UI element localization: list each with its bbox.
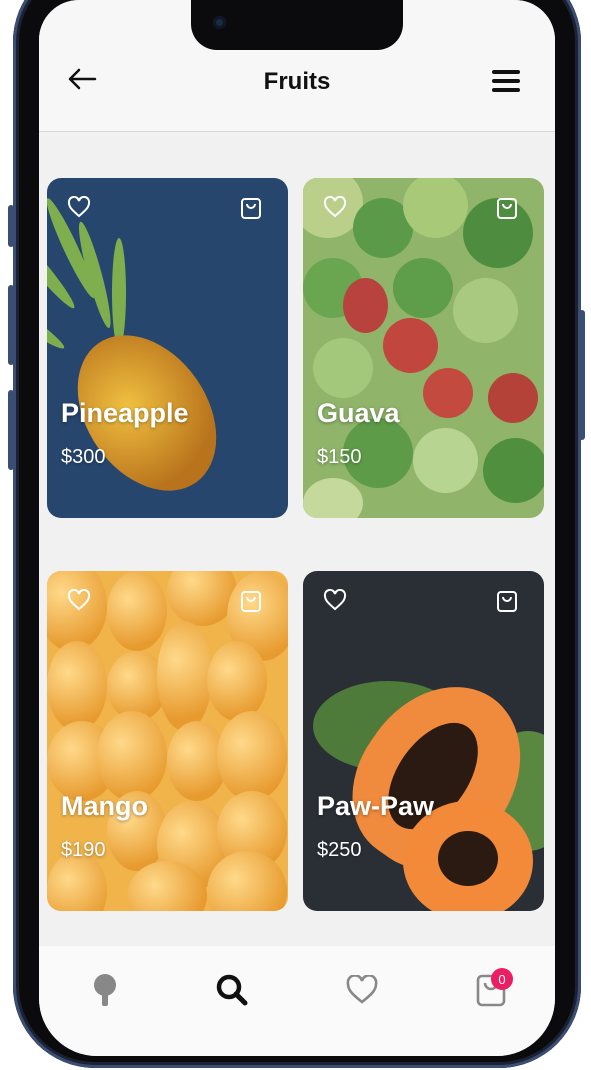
tab-home[interactable] bbox=[83, 968, 127, 1012]
tab-search[interactable] bbox=[210, 968, 254, 1012]
power-button bbox=[579, 310, 585, 440]
favorite-heart-icon[interactable] bbox=[323, 196, 347, 218]
product-price: $190 bbox=[61, 839, 106, 861]
cart-badge: 0 bbox=[491, 968, 513, 990]
add-to-bag-icon[interactable] bbox=[496, 196, 518, 220]
tree-icon bbox=[94, 974, 116, 1006]
product-name: Paw-Paw bbox=[317, 791, 435, 821]
volume-up-button bbox=[8, 285, 14, 365]
add-to-bag-icon[interactable] bbox=[240, 196, 262, 220]
tab-favorites[interactable] bbox=[340, 968, 384, 1012]
add-to-bag-icon[interactable] bbox=[496, 589, 518, 613]
app-screen: Fruits Pineapple $300 Guava $150 Mango $… bbox=[39, 0, 555, 1056]
heart-icon bbox=[346, 975, 378, 1004]
product-card-pawpaw[interactable]: Paw-Paw $250 bbox=[303, 571, 544, 911]
favorite-heart-icon[interactable] bbox=[323, 589, 347, 611]
product-price: $250 bbox=[317, 839, 362, 861]
product-price: $300 bbox=[61, 446, 106, 468]
product-name: Guava bbox=[317, 398, 400, 428]
add-to-bag-icon[interactable] bbox=[240, 589, 262, 613]
product-card-pineapple[interactable]: Pineapple $300 bbox=[47, 178, 288, 518]
search-icon bbox=[216, 974, 248, 1006]
volume-down-button bbox=[8, 390, 14, 470]
notch bbox=[191, 0, 403, 50]
favorite-heart-icon[interactable] bbox=[67, 196, 91, 218]
product-price: $150 bbox=[317, 446, 362, 468]
favorite-heart-icon[interactable] bbox=[67, 589, 91, 611]
product-card-mango[interactable]: Mango $190 bbox=[47, 571, 288, 911]
product-name: Pineapple bbox=[61, 398, 189, 428]
bottom-tab-bar: 0 bbox=[39, 946, 555, 1056]
product-card-guava[interactable]: Guava $150 bbox=[303, 178, 544, 518]
mute-switch bbox=[8, 205, 14, 247]
product-name: Mango bbox=[61, 791, 148, 821]
hamburger-menu-icon[interactable] bbox=[492, 70, 520, 94]
front-camera bbox=[213, 16, 226, 29]
page-title: Fruits bbox=[263, 68, 331, 95]
